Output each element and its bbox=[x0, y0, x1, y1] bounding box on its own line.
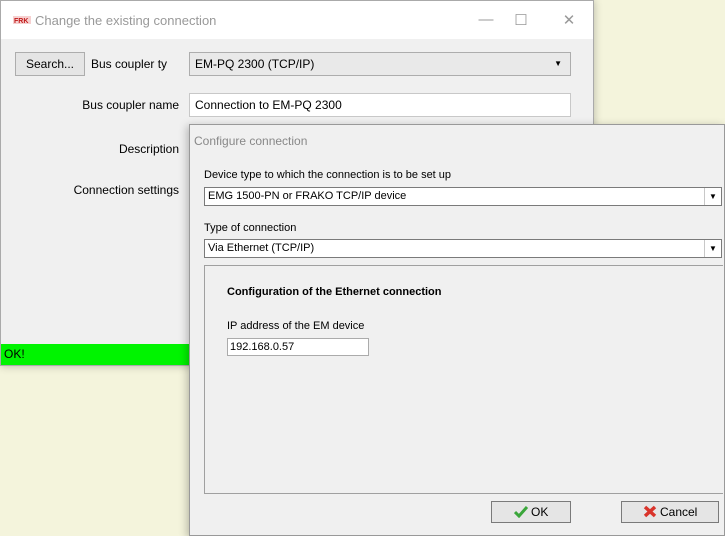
red-x-icon bbox=[643, 505, 656, 518]
ok-button[interactable]: OK bbox=[491, 501, 571, 523]
ok-button-label: OK bbox=[531, 505, 549, 519]
search-button[interactable]: Search... bbox=[15, 52, 85, 76]
chevron-down-icon: ▼ bbox=[704, 240, 721, 257]
minimize-button[interactable]: — bbox=[471, 11, 501, 28]
device-type-label: Device type to which the connection is t… bbox=[204, 169, 452, 181]
bus-coupler-name-label: Bus coupler name bbox=[82, 98, 179, 112]
device-type-value: EMG 1500-PN or FRAKO TCP/IP device bbox=[208, 190, 407, 202]
chevron-down-icon: ▼ bbox=[704, 188, 721, 205]
bus-coupler-type-value: EM-PQ 2300 (TCP/IP) bbox=[195, 57, 315, 71]
description-label: Description bbox=[118, 142, 179, 156]
connection-type-select[interactable]: Via Ethernet (TCP/IP) ▼ bbox=[204, 239, 722, 258]
dialog-title: Configure connection bbox=[194, 134, 308, 148]
svg-text:FRK: FRK bbox=[14, 18, 28, 25]
device-type-select[interactable]: EMG 1500-PN or FRAKO TCP/IP device ▼ bbox=[204, 187, 722, 206]
status-bar: OK! bbox=[1, 344, 197, 365]
frako-logo-icon: FRK bbox=[13, 16, 31, 25]
checkmark-icon bbox=[513, 506, 528, 519]
title-bar: FRK Change the existing connection — ☐ ✕ bbox=[1, 1, 593, 39]
connection-type-value: Via Ethernet (TCP/IP) bbox=[208, 242, 315, 254]
bus-coupler-type-label: Bus coupler ty bbox=[91, 57, 168, 71]
window-title: Change the existing connection bbox=[35, 13, 217, 28]
bus-coupler-name-input[interactable]: Connection to EM-PQ 2300 bbox=[189, 93, 571, 117]
group-title: Configuration of the Ethernet connection bbox=[227, 286, 442, 298]
ip-address-input[interactable]: 192.168.0.57 bbox=[227, 338, 369, 356]
chevron-down-icon: ▼ bbox=[554, 59, 562, 68]
cancel-button-label: Cancel bbox=[659, 505, 698, 519]
connection-type-label: Type of connection bbox=[204, 222, 297, 234]
connection-settings-label: Connection settings bbox=[73, 183, 179, 197]
bus-coupler-type-select[interactable]: EM-PQ 2300 (TCP/IP) ▼ bbox=[189, 52, 571, 76]
cancel-button[interactable]: Cancel bbox=[621, 501, 719, 523]
ethernet-config-group: Configuration of the Ethernet connection… bbox=[204, 265, 723, 494]
close-button[interactable]: ✕ bbox=[554, 11, 584, 29]
configure-connection-dialog: Configure connection Device type to whic… bbox=[189, 124, 725, 536]
ip-address-label: IP address of the EM device bbox=[227, 320, 365, 332]
maximize-button[interactable]: ☐ bbox=[506, 11, 536, 29]
